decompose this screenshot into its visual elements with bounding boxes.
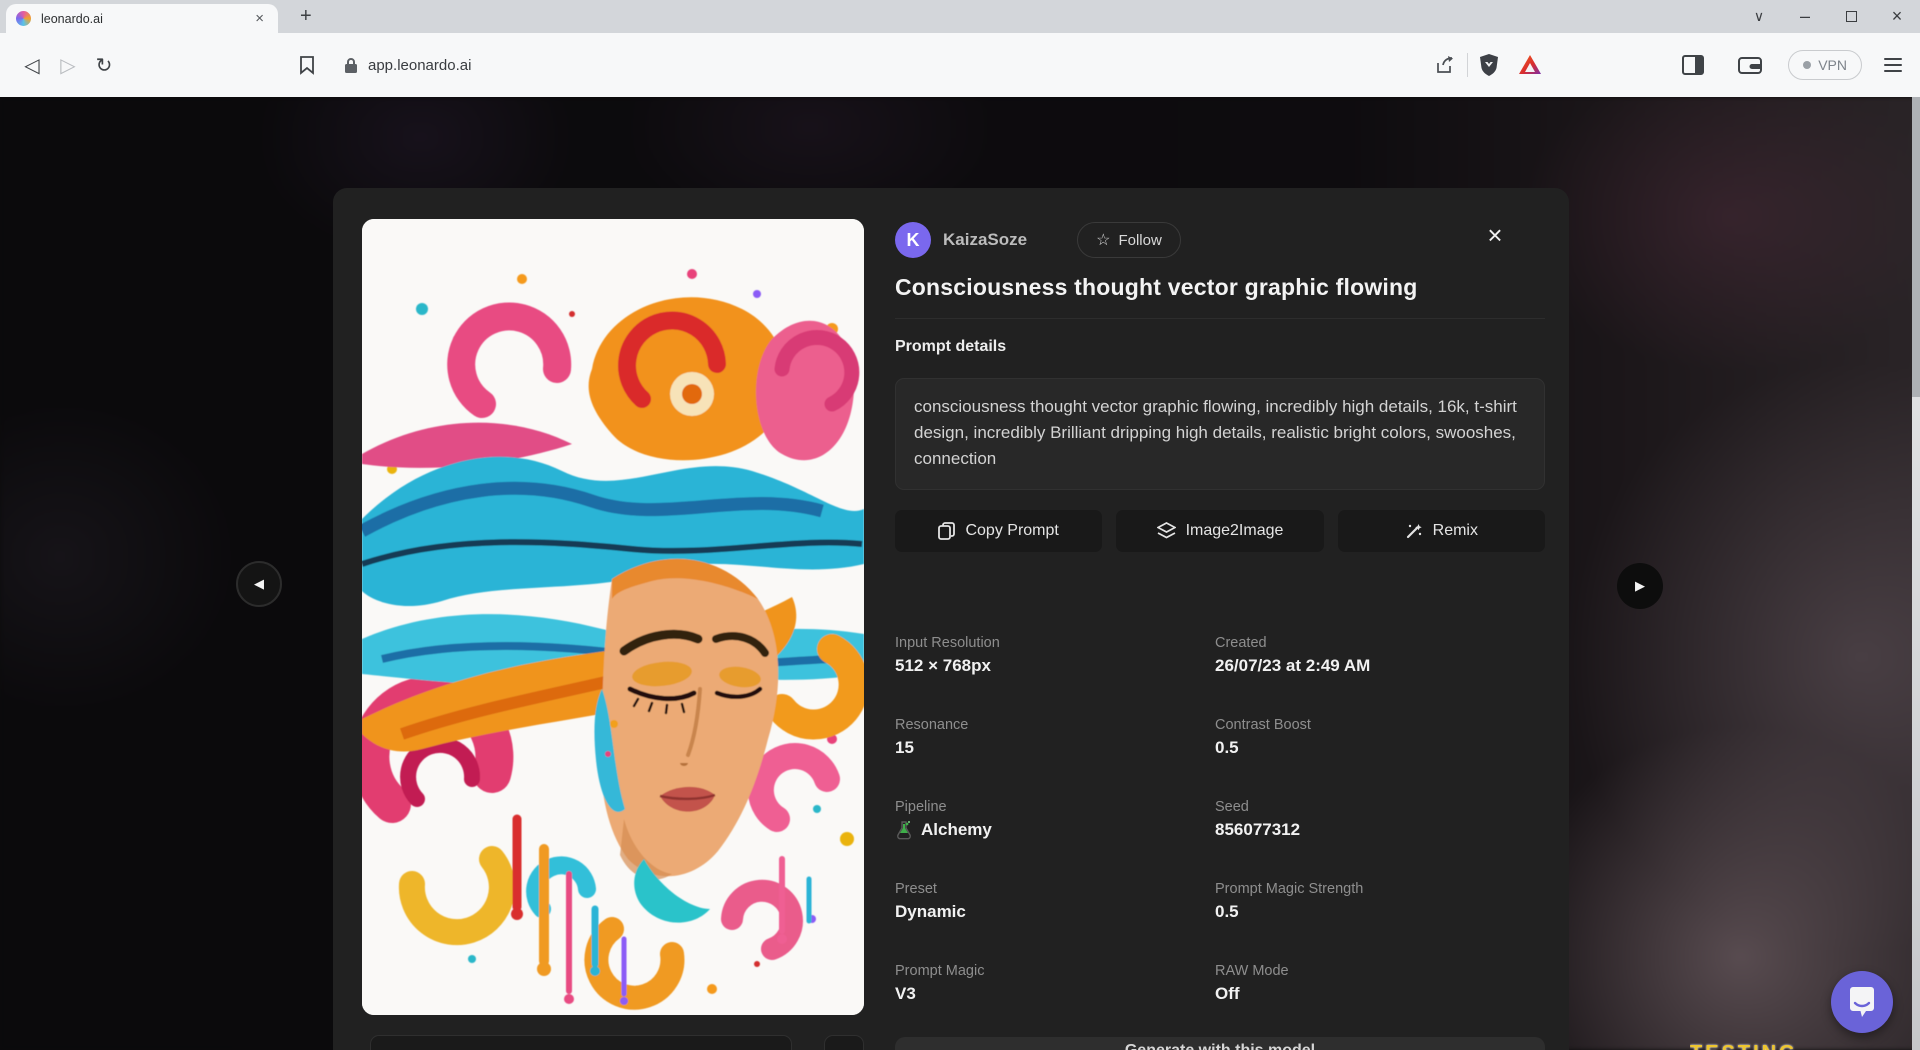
remix-button[interactable]: Remix <box>1338 510 1545 552</box>
star-icon: ☆ <box>1096 230 1110 250</box>
hamburger-icon <box>1884 58 1902 72</box>
action-square-partial[interactable] <box>824 1035 864 1050</box>
modal-close-button[interactable]: × <box>1481 221 1509 249</box>
vpn-status-dot <box>1803 61 1811 69</box>
new-tab-button[interactable]: + <box>292 3 320 30</box>
scrollbar-thumb[interactable] <box>1912 97 1920 397</box>
next-image-button[interactable]: ▶ <box>1617 563 1663 609</box>
detail-pipeline: Pipeline Alchemy <box>895 799 1215 844</box>
sidebar-icon[interactable] <box>1682 55 1704 75</box>
artwork-image <box>362 219 864 1015</box>
vpn-label: VPN <box>1818 57 1847 73</box>
detail-input-resolution: Input Resolution 512 × 768px <box>895 635 1215 680</box>
details-grid: Input Resolution 512 × 768px Created 26/… <box>895 635 1545 1008</box>
image2image-button[interactable]: Image2Image <box>1116 510 1323 552</box>
copy-prompt-button[interactable]: Copy Prompt <box>895 510 1102 552</box>
vpn-button[interactable]: VPN <box>1788 50 1862 80</box>
follow-button[interactable]: ☆ Follow <box>1077 222 1181 258</box>
back-button[interactable]: ◁ <box>14 47 50 83</box>
url-text[interactable]: app.leonardo.ai <box>368 57 471 74</box>
prompt-text[interactable]: consciousness thought vector graphic flo… <box>895 378 1545 490</box>
follow-label: Follow <box>1118 232 1161 249</box>
author-row: K KaizaSoze ☆ Follow <box>895 221 1181 259</box>
support-chat-button[interactable] <box>1831 971 1893 1033</box>
minimize-button[interactable]: – <box>1782 0 1828 33</box>
tab-title: leonardo.ai <box>41 12 251 26</box>
tab-strip: leonardo.ai × + ∨ – × <box>0 0 1920 33</box>
leonardo-favicon-icon <box>16 11 31 26</box>
detail-preset: Preset Dynamic <box>895 881 1215 926</box>
detail-seed: Seed 856077312 <box>1215 799 1545 844</box>
menu-button[interactable] <box>1884 58 1902 72</box>
remix-label: Remix <box>1433 522 1478 540</box>
detail-raw-mode: RAW Mode Off <box>1215 963 1545 1008</box>
brave-shield-icon[interactable] <box>1478 53 1500 77</box>
browser-window: leonardo.ai × + ∨ – × ◁ ▷ ↻ app.leonardo… <box>0 0 1920 1050</box>
avatar[interactable]: K <box>895 222 931 258</box>
window-controls: ∨ – × <box>1736 0 1920 33</box>
share-icon[interactable] <box>1435 55 1457 75</box>
detail-panel: K KaizaSoze ☆ Follow × Consciousness tho… <box>895 188 1545 1050</box>
toolbar-divider <box>1467 53 1468 77</box>
reload-button[interactable]: ↻ <box>86 47 122 83</box>
image-detail-modal: K KaizaSoze ☆ Follow × Consciousness tho… <box>333 188 1569 1050</box>
chat-bubble-icon <box>1847 986 1877 1018</box>
forward-button[interactable]: ▷ <box>50 47 86 83</box>
cut-off-watermark: TESTING <box>1690 1042 1860 1050</box>
section-divider <box>895 318 1545 319</box>
detail-contrast-boost: Contrast Boost 0.5 <box>1215 717 1545 762</box>
image2image-label: Image2Image <box>1186 522 1284 540</box>
wallet-icon[interactable] <box>1738 55 1762 75</box>
page-background: K KaizaSoze ☆ Follow × Consciousness tho… <box>0 97 1920 1050</box>
detail-prompt-magic-strength: Prompt Magic Strength 0.5 <box>1215 881 1545 926</box>
action-buttons: Copy Prompt Image2Image Remix <box>895 510 1545 552</box>
image2image-icon <box>1157 522 1176 540</box>
generate-with-model-button[interactable]: Generate with this model <box>895 1037 1545 1050</box>
tab-search-icon[interactable]: ∨ <box>1736 0 1782 33</box>
copy-icon <box>938 522 955 540</box>
maximize-icon <box>1846 11 1857 22</box>
previous-image-button[interactable]: ◀ <box>236 561 282 607</box>
maximize-button[interactable] <box>1828 0 1874 33</box>
flask-icon <box>895 820 913 840</box>
lock-icon[interactable] <box>344 57 358 74</box>
prompt-input-partial[interactable] <box>370 1035 792 1050</box>
generated-image[interactable] <box>362 219 864 1015</box>
detail-resonance: Resonance 15 <box>895 717 1215 762</box>
prompt-details-heading: Prompt details <box>895 338 1006 356</box>
detail-prompt-magic: Prompt Magic V3 <box>895 963 1215 1008</box>
scrollbar[interactable] <box>1912 97 1920 1050</box>
bat-logo-icon[interactable] <box>1518 54 1542 76</box>
window-close-button[interactable]: × <box>1874 0 1920 33</box>
tab-close-icon[interactable]: × <box>251 10 268 27</box>
remix-icon <box>1405 522 1423 540</box>
copy-prompt-label: Copy Prompt <box>965 522 1058 540</box>
author-name[interactable]: KaizaSoze <box>943 230 1027 250</box>
bookmark-icon[interactable] <box>298 55 316 75</box>
browser-tab[interactable]: leonardo.ai × <box>6 4 278 33</box>
browser-toolbar: ◁ ▷ ↻ app.leonardo.ai <box>0 33 1920 97</box>
image-title: Consciousness thought vector graphic flo… <box>895 274 1535 301</box>
detail-created: Created 26/07/23 at 2:49 AM <box>1215 635 1545 680</box>
